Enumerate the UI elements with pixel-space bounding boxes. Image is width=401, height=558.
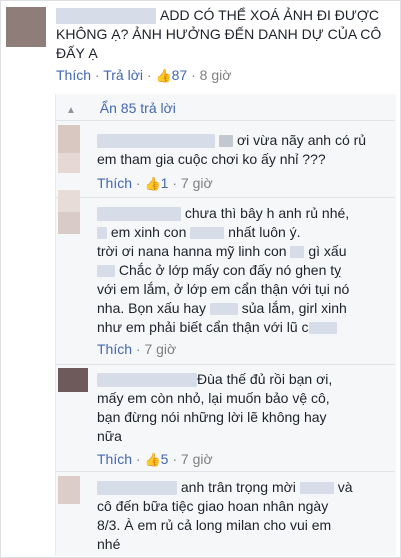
redacted-text bbox=[299, 482, 334, 495]
reply-comment: anh trân trọng mời và cô đến bữa tiệc gi… bbox=[97, 478, 392, 554]
like-count[interactable]: 87 bbox=[172, 67, 188, 83]
comment-line: em xinh con bbox=[110, 224, 187, 240]
thumbs-up-icon: 👍 bbox=[144, 176, 161, 191]
reply-link[interactable]: Trả lời bbox=[103, 67, 143, 83]
comment-body: Đùa thế đủ rồi bạn ơi, mấy em còn nhỏ, l… bbox=[97, 370, 392, 446]
reply-comment: ơi vừa nãy anh có rủ em tham gia cuộc ch… bbox=[97, 131, 392, 192]
timestamp[interactable]: 7 giờ bbox=[181, 175, 213, 191]
comment-line: Chắc ở lớp mấy con đấy nó ghen tỵ bbox=[118, 262, 342, 278]
comment-body: anh trân trọng mời và cô đến bữa tiệc gi… bbox=[97, 478, 392, 554]
like-link[interactable]: Thích bbox=[97, 451, 132, 467]
author-name-redacted[interactable] bbox=[97, 373, 197, 388]
author-name-redacted[interactable] bbox=[97, 207, 181, 222]
redacted-text bbox=[308, 322, 337, 335]
comment-line: nhé bbox=[97, 536, 121, 552]
comment-line: với em lắm, ở lớp em cẩn thận với tụi nó bbox=[97, 281, 350, 297]
like-link[interactable]: Thích bbox=[56, 67, 91, 83]
comment-actions: Thích · 7 giờ bbox=[97, 341, 392, 357]
comment-line: nữa bbox=[97, 428, 122, 444]
comment-actions: Thích · 👍1 · 7 giờ bbox=[97, 175, 392, 192]
avatar[interactable] bbox=[58, 190, 80, 212]
comment-actions: Thích · Trả lời · 👍87 · 8 giờ bbox=[56, 67, 391, 84]
thumbs-up-icon: 👍 bbox=[155, 68, 172, 83]
author-name-redacted[interactable] bbox=[56, 8, 156, 25]
comment-line: nhất luôn ý. bbox=[228, 224, 301, 240]
comment-line: mấy em còn nhỏ, lại muốn bảo vệ cô, bbox=[97, 390, 330, 406]
avatar[interactable] bbox=[58, 212, 80, 234]
like-link[interactable]: Thích bbox=[97, 175, 132, 191]
redacted-text bbox=[97, 265, 115, 278]
thumbs-up-icon: 👍 bbox=[144, 452, 161, 467]
timestamp[interactable]: 8 giờ bbox=[200, 67, 232, 83]
avatar[interactable] bbox=[6, 7, 46, 47]
like-count[interactable]: 5 bbox=[161, 451, 169, 467]
like-link[interactable]: Thích bbox=[97, 341, 132, 357]
comment-line: nha. Bọn xấu hay bbox=[97, 300, 206, 316]
comment-line: anh trân trọng mời bbox=[180, 479, 296, 495]
redacted-text bbox=[290, 246, 305, 259]
main-comment: ADD CÓ THỂ XOÁ ẢNH ĐI ĐƯỢC KHÔNG Ạ? ẢNH … bbox=[56, 6, 391, 84]
separator: · bbox=[191, 67, 196, 83]
separator: · bbox=[94, 67, 100, 83]
hide-replies-link[interactable]: Ẩn 85 trả lời bbox=[100, 100, 176, 116]
reply-comment: chưa thì bây h anh rủ nhé, em xinh con n… bbox=[97, 204, 392, 357]
comment-line: 8/3. À em rủ cả long milan cho vui em bbox=[97, 517, 332, 533]
separator: · bbox=[135, 451, 141, 467]
comment-line: Đùa thế đủ rồi bạn ơi, bbox=[197, 371, 333, 387]
divider bbox=[55, 364, 395, 365]
separator: · bbox=[172, 175, 178, 191]
avatar[interactable] bbox=[58, 368, 88, 392]
avatar[interactable] bbox=[58, 476, 80, 504]
comment-line: bạn đừng nói những lời lẽ không hay bbox=[97, 409, 327, 425]
comment-actions: Thích · 👍5 · 7 giờ bbox=[97, 451, 392, 468]
comment-body: ơi vừa nãy anh có rủ em tham gia cuộc ch… bbox=[97, 131, 392, 169]
divider bbox=[55, 471, 395, 472]
divider bbox=[55, 120, 395, 121]
divider bbox=[55, 197, 395, 198]
comment-line: cô đến bữa tiệc giao hoan nhân ngày bbox=[97, 498, 329, 514]
redacted-text bbox=[219, 135, 233, 148]
up-triangle-icon: ▲ bbox=[66, 105, 76, 116]
comment-line: sủa lắm, girl xinh bbox=[241, 300, 347, 316]
separator: · bbox=[135, 341, 141, 357]
comment-line: trời ơi nana hanna mỹ linh con bbox=[97, 243, 287, 259]
timestamp[interactable]: 7 giờ bbox=[181, 451, 213, 467]
comment-line: như em phải biết cẩn thận với lũ c bbox=[97, 319, 309, 335]
redacted-text bbox=[97, 227, 107, 240]
hide-replies-row[interactable]: ▲ Ẩn 85 trả lời bbox=[66, 100, 176, 116]
comment-line: em tham gia cuộc chơi ko ấy nhỉ ??? bbox=[97, 151, 326, 167]
redacted-text bbox=[190, 227, 225, 240]
like-count[interactable]: 1 bbox=[161, 175, 169, 191]
comment-body: ADD CÓ THỂ XOÁ ẢNH ĐI ĐƯỢC KHÔNG Ạ? ẢNH … bbox=[56, 6, 391, 63]
separator: · bbox=[172, 451, 178, 467]
comment-line: ơi vừa nãy anh có rủ bbox=[237, 132, 367, 148]
comment-body: chưa thì bây h anh rủ nhé, em xinh con n… bbox=[97, 204, 392, 337]
comment-line: gì xấu bbox=[308, 243, 347, 259]
separator: · bbox=[135, 175, 141, 191]
avatar[interactable] bbox=[58, 153, 80, 173]
avatar[interactable] bbox=[58, 125, 80, 153]
author-name-redacted[interactable] bbox=[97, 134, 215, 149]
comment-line: và bbox=[337, 479, 353, 495]
redacted-text bbox=[209, 303, 238, 316]
comment-line: chưa thì bây h anh rủ nhé, bbox=[184, 205, 350, 221]
separator: · bbox=[146, 67, 152, 83]
reply-comment: Đùa thế đủ rồi bạn ơi, mấy em còn nhỏ, l… bbox=[97, 370, 392, 468]
author-name-redacted[interactable] bbox=[97, 481, 177, 496]
timestamp[interactable]: 7 giờ bbox=[144, 341, 176, 357]
